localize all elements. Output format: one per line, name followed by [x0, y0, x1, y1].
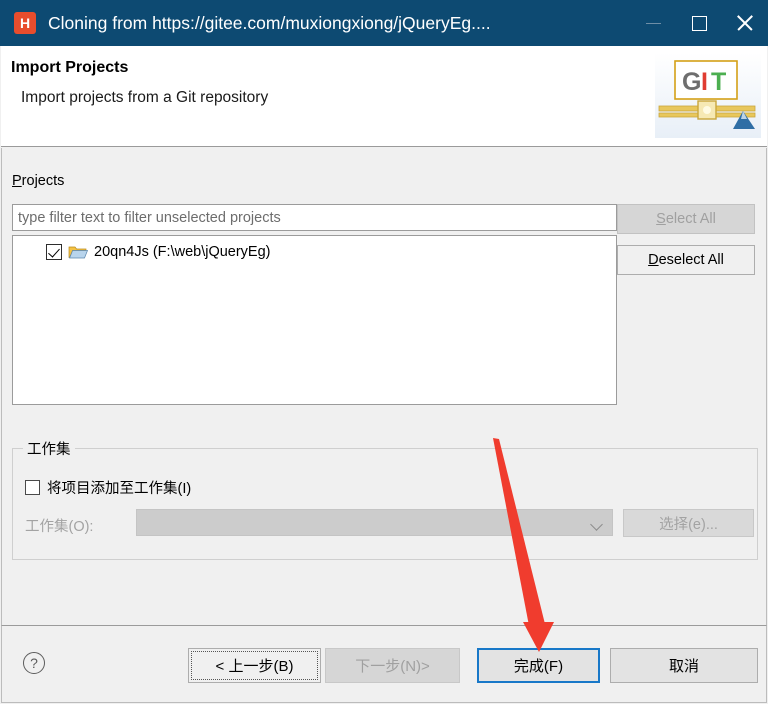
- page-subtitle: Import projects from a Git repository: [21, 89, 269, 106]
- add-to-working-set-row[interactable]: 将项目添加至工作集(I): [25, 477, 191, 498]
- maximize-icon: [691, 15, 707, 31]
- working-set-field-label: 工作集(O):: [25, 519, 94, 535]
- working-set-combo[interactable]: [136, 509, 613, 536]
- working-set-legend: 工作集: [23, 438, 75, 459]
- folder-icon: [68, 246, 88, 259]
- minimize-icon: [645, 22, 661, 24]
- list-item[interactable]: 20qn4Js (F:\web\jQueryEg): [13, 240, 616, 264]
- maximize-button[interactable]: [676, 0, 722, 46]
- chevron-down-icon: [590, 518, 603, 531]
- close-icon: [735, 13, 755, 33]
- svg-text:T: T: [711, 68, 726, 96]
- dialog-footer: ? < 上一步(B) 下一步(N)> 完成(F) 取消: [1, 625, 767, 703]
- title-bar: H Cloning from https://gitee.com/muxiong…: [0, 0, 768, 46]
- dialog-body: Projects 20qn4Js (F:\web\jQueryEg) Selec…: [1, 148, 767, 625]
- back-button[interactable]: < 上一步(B): [188, 648, 321, 683]
- working-set-select-button[interactable]: 选择(e)...: [623, 509, 754, 537]
- project-list[interactable]: 20qn4Js (F:\web\jQueryEg): [12, 235, 617, 405]
- svg-text:G: G: [682, 68, 701, 96]
- projects-label: Projects: [12, 173, 65, 189]
- dialog-header: Import Projects Import projects from a G…: [1, 46, 767, 147]
- project-checkbox[interactable]: [46, 244, 62, 260]
- finish-button[interactable]: 完成(F): [477, 648, 600, 683]
- help-icon[interactable]: ?: [23, 652, 45, 674]
- project-name: 20qn4Js (F:\web\jQueryEg): [94, 244, 271, 260]
- app-icon-letter: H: [19, 15, 31, 31]
- add-to-working-set-checkbox[interactable]: [25, 480, 40, 495]
- working-set-group: 工作集 将项目添加至工作集(I) 工作集(O): 选择(e)...: [12, 438, 758, 560]
- cancel-button[interactable]: 取消: [610, 648, 758, 683]
- close-button[interactable]: [722, 0, 768, 46]
- next-button[interactable]: 下一步(N)>: [325, 648, 460, 683]
- deselect-all-button[interactable]: Deselect All: [617, 245, 755, 275]
- select-all-button[interactable]: Select All: [617, 204, 755, 234]
- window-title: Cloning from https://gitee.com/muxiongxi…: [48, 12, 491, 33]
- git-banner-logo: G I T: [655, 53, 761, 138]
- app-icon: H: [14, 12, 36, 34]
- minimize-button[interactable]: [630, 0, 676, 46]
- add-to-working-set-label: 将项目添加至工作集(I): [47, 481, 192, 497]
- filter-input[interactable]: [12, 204, 617, 231]
- dialog-window: H Cloning from https://gitee.com/muxiong…: [0, 0, 768, 704]
- svg-text:I: I: [701, 68, 708, 96]
- page-title: Import Projects: [11, 59, 129, 76]
